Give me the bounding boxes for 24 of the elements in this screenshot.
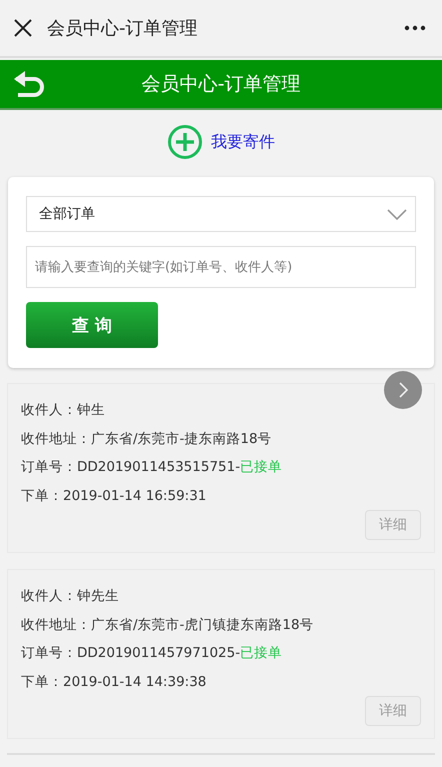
recipient-text: 收件人：钟先生 xyxy=(21,587,120,606)
order-number-text: 订单号：DD2019011457971025- xyxy=(21,645,240,661)
search-button[interactable]: 查 询 xyxy=(26,302,158,348)
order-type-select[interactable]: 全部订单 xyxy=(26,196,416,232)
back-icon[interactable] xyxy=(12,70,46,98)
page-title: 会员中心-订单管理 xyxy=(142,72,300,97)
close-icon[interactable] xyxy=(13,18,33,38)
order-status-text: 已接单 xyxy=(240,645,282,661)
chevron-down-icon xyxy=(387,208,407,220)
order-time-text: 下单：2019-01-14 16:59:31 xyxy=(21,486,208,506)
address-text: 收件地址：广东省/东莞市-虎门镇捷东南路18号 xyxy=(21,616,315,634)
plus-circle-icon[interactable] xyxy=(167,124,203,160)
more-icon[interactable] xyxy=(404,25,426,31)
order-status-text: 已接单 xyxy=(240,459,282,475)
detail-button[interactable]: 详细 xyxy=(365,696,421,726)
order-time-text: 下单：2019-01-14 14:39:38 xyxy=(21,672,208,692)
window-title: 会员中心-订单管理 xyxy=(47,17,198,40)
recipient-text: 收件人：钟生 xyxy=(21,401,106,420)
address-text: 收件地址：广东省/东莞市-捷东南路18号 xyxy=(21,430,273,448)
order-number-text: 订单号：DD2019011453515751- xyxy=(21,459,240,475)
send-link[interactable]: 我要寄件 xyxy=(211,132,275,152)
keyword-input[interactable]: 请输入要查询的关键字(如订单号、收件人等) xyxy=(26,246,416,288)
detail-button[interactable]: 详细 xyxy=(365,510,421,540)
chevron-right-button-icon[interactable] xyxy=(384,371,422,409)
